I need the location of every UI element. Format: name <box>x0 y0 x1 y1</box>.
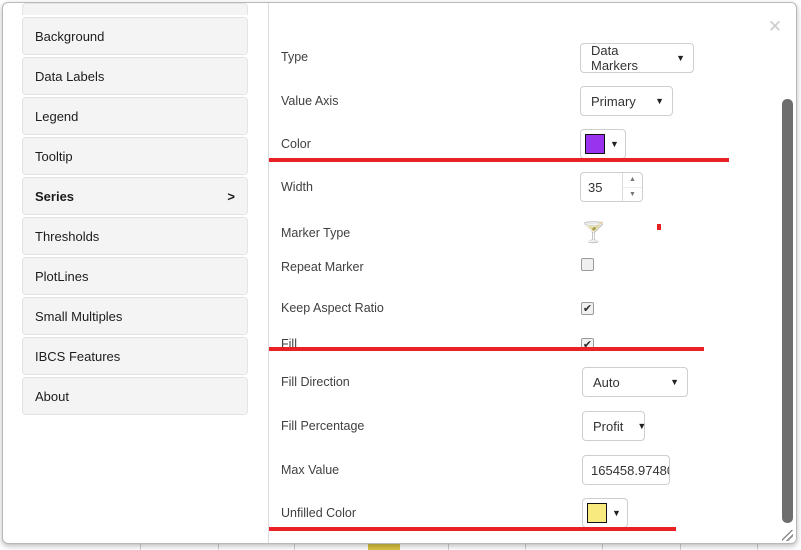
fill-percentage-select-value: Profit <box>593 418 624 434</box>
sidebar-item-label: Background <box>35 28 105 44</box>
red-speck-artifact <box>657 224 661 230</box>
repeat-marker-checkbox[interactable] <box>581 258 594 271</box>
sidebar-item-label: Small Multiples <box>35 308 123 324</box>
value-axis-label: Value Axis <box>281 94 339 108</box>
section-divider-rule <box>269 158 729 162</box>
chevron-down-icon: ▼ <box>610 139 619 149</box>
row-fill-direction: Fill Direction Auto ▼ <box>269 360 796 404</box>
settings-dialog: ✕ Background Data Labels Legend Tooltip … <box>2 2 797 544</box>
sidebar-item-label: About <box>35 388 69 404</box>
sidebar-item-tooltip[interactable]: Tooltip <box>22 137 248 175</box>
row-repeat-marker: Repeat Marker <box>269 245 796 289</box>
section-divider-rule <box>269 527 676 531</box>
settings-sidebar: Background Data Labels Legend Tooltip Se… <box>3 3 267 543</box>
keep-aspect-ratio-label: Keep Aspect Ratio <box>281 301 384 315</box>
marker-type-label: Marker Type <box>281 226 351 240</box>
type-select[interactable]: Data Markers ▼ <box>580 42 694 73</box>
row-width: Width 35 ▲ ▼ <box>269 165 796 209</box>
sidebar-item-series[interactable]: Series > <box>22 177 248 215</box>
sidebar-item-label: Tooltip <box>35 148 73 164</box>
width-value[interactable]: 35 <box>581 173 622 201</box>
fill-direction-select[interactable]: Auto ▼ <box>582 367 688 397</box>
chevron-right-icon: > <box>227 188 235 204</box>
cocktail-glass-marker-icon[interactable]: 🍸 <box>581 220 606 244</box>
sidebar-item-data-labels[interactable]: Data Labels <box>22 57 248 95</box>
row-value-axis: Value Axis Primary ▼ <box>269 79 796 123</box>
unfilled-color-label: Unfilled Color <box>281 506 357 520</box>
row-fill-percentage: Fill Percentage Profit ▼ <box>269 404 796 448</box>
sidebar-item-label: Thresholds <box>35 228 100 244</box>
sidebar-item-label: Series <box>35 188 75 204</box>
unfilled-color-swatch <box>587 503 607 523</box>
fill-direction-select-value: Auto <box>593 374 620 390</box>
chevron-down-icon: ▼ <box>637 421 647 431</box>
sidebar-item-legend[interactable]: Legend <box>22 97 248 135</box>
chevron-down-icon: ▼ <box>612 508 621 518</box>
unfilled-color-picker[interactable]: ▼ <box>582 498 628 528</box>
chevron-down-icon: ▼ <box>670 377 679 387</box>
sidebar-item-label: Legend <box>35 108 79 124</box>
color-label: Color <box>281 137 311 151</box>
row-max-value: Max Value 165458.974803 <box>269 448 796 492</box>
series-settings-panel: Type Data Markers ▼ Value Axis Primary ▼… <box>268 3 796 543</box>
row-type: Type Data Markers ▼ <box>269 35 796 79</box>
type-label: Type <box>281 50 309 64</box>
type-select-value: Data Markers <box>591 42 638 73</box>
fill-percentage-select[interactable]: Profit ▼ <box>582 411 647 441</box>
sidebar-item-label: Data Labels <box>35 68 105 84</box>
keep-aspect-ratio-checkbox[interactable]: ✔ <box>581 302 594 315</box>
color-swatch <box>585 134 605 154</box>
max-value-label: Max Value <box>281 463 340 477</box>
fill-direction-label: Fill Direction <box>281 375 350 389</box>
width-label: Width <box>281 180 313 194</box>
fill-percentage-label: Fill Percentage <box>281 419 365 433</box>
repeat-marker-label: Repeat Marker <box>281 260 364 274</box>
sidebar-item-background[interactable]: Background <box>22 17 248 55</box>
sidebar-item-partial[interactable] <box>22 3 248 15</box>
sidebar-item-small-multiples[interactable]: Small Multiples <box>22 297 248 335</box>
max-value-input[interactable]: 165458.974803 <box>582 455 670 485</box>
panel-scrollbar-thumb[interactable] <box>782 99 793 523</box>
chevron-down-icon: ▼ <box>676 52 685 63</box>
chevron-down-icon: ▼ <box>655 96 664 106</box>
color-picker[interactable]: ▼ <box>580 129 626 159</box>
sidebar-item-about[interactable]: About <box>22 377 248 415</box>
resize-grip[interactable] <box>782 530 793 541</box>
sidebar-item-label: PlotLines <box>35 268 89 284</box>
value-axis-select-value: Primary <box>591 93 636 109</box>
width-decrement-button[interactable]: ▼ <box>623 188 642 202</box>
width-increment-button[interactable]: ▲ <box>623 173 642 188</box>
sidebar-item-ibcs-features[interactable]: IBCS Features <box>22 337 248 375</box>
sidebar-item-thresholds[interactable]: Thresholds <box>22 217 248 255</box>
value-axis-select[interactable]: Primary ▼ <box>580 86 673 116</box>
panel-scrollbar-track[interactable] <box>782 3 795 543</box>
section-divider-rule <box>269 347 704 351</box>
width-stepper[interactable]: 35 ▲ ▼ <box>580 172 643 202</box>
sidebar-item-label: IBCS Features <box>35 348 121 364</box>
sidebar-item-plotlines[interactable]: PlotLines <box>22 257 248 295</box>
